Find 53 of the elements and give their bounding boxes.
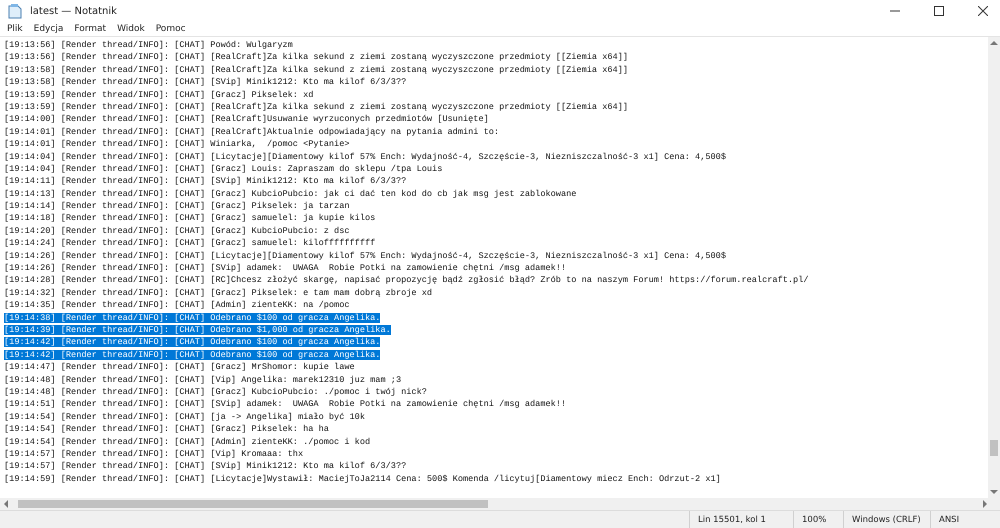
text-line: [19:14:47] [Render thread/INFO]: [CHAT] [Gracz] MrShomor: kupie lawe xyxy=(4,362,355,372)
text-line: [19:14:01] [Render thread/INFO]: [CHAT] Winiarka, /pomoc <Pytanie> xyxy=(4,139,350,150)
window-title: latest — Notatnik xyxy=(30,6,117,16)
text-line: [19:14:48] [Render thread/INFO]: [CHAT] [Gracz] KubcioPubcio: ./pomoc i twój nick? xyxy=(4,386,427,397)
text-line: [19:14:28] [Render thread/INFO]: [CHAT] [RC]Chcesz złożyć skargę, napisać propozycję bądź zgłosić błąd? Zrób to na naszym Forum! https://forum.realcraft.pl/ xyxy=(4,275,809,286)
cursor-position: Lin 15501, kol 1 xyxy=(689,511,793,528)
text-line: [19:13:59] [Render thread/INFO]: [CHAT] [Gracz] Pikselek: xd xyxy=(4,90,314,100)
text-line: [19:14:48] [Render thread/INFO]: [CHAT] [Vip] Angelika: marek12310 juz mam ;3 xyxy=(4,374,402,385)
text-line: [19:14:32] [Render thread/INFO]: [CHAT] [Gracz] Pikselek: e tam mam dobrą zbroje xd xyxy=(4,288,432,298)
text-line: [19:13:58] [Render thread/INFO]: [CHAT] [SVip] Minik1212: Kto ma kilof 6/3/3?? xyxy=(4,77,406,88)
menu-item[interactable]: Format xyxy=(73,24,108,34)
text-line: [19:14:00] [Render thread/INFO]: [CHAT] [RealCraft]Usuwanie wyrzuconych przedmiotów [Usunięte] xyxy=(4,114,489,124)
text-line: [19:14:26] [Render thread/INFO]: [CHAT] [Licytacje][Diamentowy kilof 57% Ench: Wydajność-4, Szczęście-3, Niezniszczalność-3 x1] Cena: 4,500$ xyxy=(4,250,726,261)
text-line: [19:14:35] [Render thread/INFO]: [CHAT] [Admin] zienteKK: na /pomoc xyxy=(4,300,350,310)
scroll-thumb[interactable] xyxy=(990,440,998,456)
vertical-scrollbar[interactable] xyxy=(988,37,1000,498)
maximize-icon[interactable] xyxy=(934,6,944,16)
text-line: [19:14:54] [Render thread/INFO]: [CHAT] [Gracz] Pikselek: ha ha xyxy=(4,424,329,434)
text-line: [19:14:54] [Render thread/INFO]: [CHAT] [Admin] zienteKK: ./pomoc i kod xyxy=(4,436,370,446)
text-line: [19:14:18] [Render thread/INFO]: [CHAT] [Gracz] samuelel: ja kupie kilos xyxy=(4,213,376,224)
zoom-level: 100% xyxy=(793,511,843,528)
line-endings: Windows (CRLF) xyxy=(843,511,930,528)
text-line: [19:14:20] [Render thread/INFO]: [CHAT] [Gracz] KubcioPubcio: z dsc xyxy=(4,226,350,236)
text-line: [19:14:57] [Render thread/INFO]: [CHAT] [SVip] Minik1212: Kto ma kilof 6/3/3?? xyxy=(4,461,406,472)
horizontal-scrollbar[interactable] xyxy=(0,498,1000,510)
text-line: [19:14:57] [Render thread/INFO]: [CHAT] [Vip] Kromaaa: thx xyxy=(4,448,304,459)
text-line: [19:14:04] [Render thread/INFO]: [CHAT] [Licytacje][Diamentowy kilof 57% Ench: Wydajność-4, Szczęście-3, Niezniszczalność-3 x1] Cena: 4,500$ xyxy=(4,152,726,162)
scroll-thumb[interactable] xyxy=(18,500,488,508)
text-line: [19:13:56] [Render thread/INFO]: [CHAT] [RealCraft]Za kilka sekund z ziemi zostaną wyczyszczone przedmioty [[Ziemia x64]] xyxy=(4,52,628,62)
text-line: [19:14:14] [Render thread/INFO]: [CHAT] [Gracz] Pikselek: ja tarzan xyxy=(4,201,350,212)
encoding: ANSI xyxy=(930,511,1000,528)
notepad-icon xyxy=(8,3,22,19)
menu-item[interactable]: Edycja xyxy=(32,24,64,34)
text-line: [19:14:04] [Render thread/INFO]: [CHAT] [Gracz] Louis: Zapraszam do sklepu /tpa Louis xyxy=(4,164,442,174)
text-line: [19:14:51] [Render thread/INFO]: [CHAT] [SVip] adamek: UWAGA Robie Potki na zamowienie chętni /msg adamek!! xyxy=(4,399,566,410)
text-line: [19:14:11] [Render thread/INFO]: [CHAT] [SVip] Minik1212: Kto ma kilof 6/3/3?? xyxy=(4,176,406,186)
text-line: [19:14:01] [Render thread/INFO]: [CHAT] [RealCraft]Aktualnie odpowiadający na pytania admini to: xyxy=(4,126,500,137)
close-icon[interactable] xyxy=(978,6,988,16)
scroll-right-icon[interactable] xyxy=(982,500,988,508)
scroll-left-icon[interactable] xyxy=(3,500,9,508)
text-line: [19:14:13] [Render thread/INFO]: [CHAT] [Gracz] KubcioPubcio: jak ci dać ten kod do cb jak msg jest zablokowane xyxy=(4,188,576,199)
menu-item[interactable]: Widok xyxy=(116,24,146,34)
text-line: [19:13:59] [Render thread/INFO]: [CHAT] [RealCraft]Za kilka sekund z ziemi zostaną wyczyszczone przedmioty [[Ziemia x64]] xyxy=(4,102,628,112)
scroll-down-icon[interactable] xyxy=(990,489,998,495)
menu-item[interactable]: Plik xyxy=(6,24,24,34)
text-line: [19:13:58] [Render thread/INFO]: [CHAT] [RealCraft]Za kilka sekund z ziemi zostaną wyczyszczone przedmioty [[Ziemia x64]] xyxy=(4,64,628,75)
scroll-up-icon[interactable] xyxy=(990,40,998,46)
text-line: [19:13:56] [Render thread/INFO]: [CHAT] Powód: Wulgaryzm xyxy=(4,40,293,50)
text-line: [19:14:26] [Render thread/INFO]: [CHAT] [SVip] adamek: UWAGA Robie Potki na zamowienie chętni /msg adamek!! xyxy=(4,263,566,274)
menu-item[interactable]: Pomoc xyxy=(154,24,187,34)
text-line: [19:14:59] [Render thread/INFO]: [CHAT] [Licytacje]Wystawił: MaciejToJa2114 Cena: 500$ Komenda /licytuj[Diamentowy miecz Ench: Odrzut-2 x1] xyxy=(4,474,721,484)
text-line: [19:14:54] [Render thread/INFO]: [CHAT] [ja -> Angelika] miało być 10k xyxy=(4,412,365,422)
text-line: [19:14:24] [Render thread/INFO]: [CHAT] [Gracz] samuelel: kiloffffffffff xyxy=(4,238,376,248)
